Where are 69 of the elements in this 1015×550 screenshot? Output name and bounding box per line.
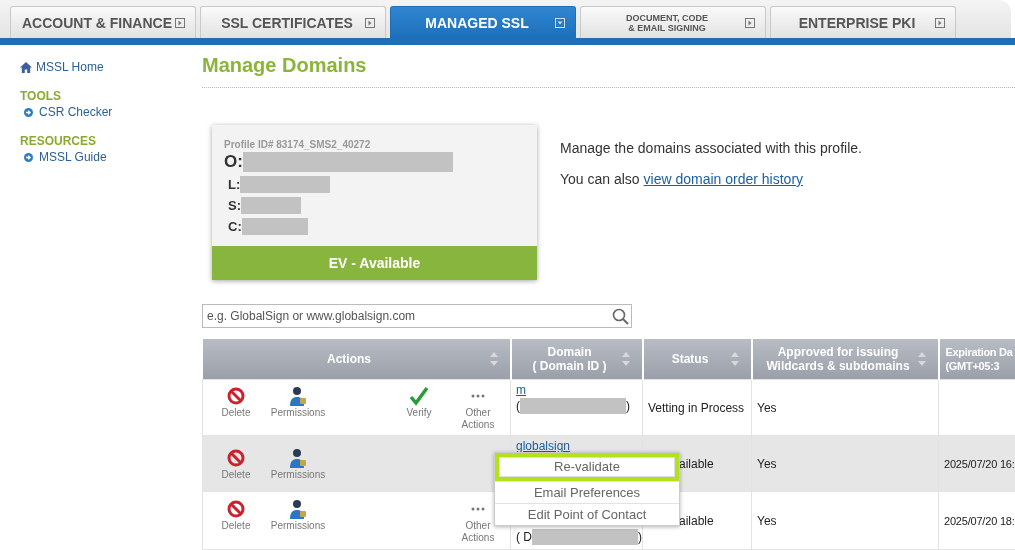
more-icon: [471, 393, 485, 398]
field-label: O:: [224, 152, 243, 172]
field-label: S:: [228, 198, 241, 213]
section-heading: RESOURCES: [20, 133, 96, 149]
sidebar-link[interactable]: MSSL Guide: [39, 149, 107, 165]
person-icon: [288, 498, 308, 519]
dropdown-icon: [555, 17, 565, 28]
status-banner: EV - Available: [212, 246, 537, 280]
domain-link[interactable]: globalsign: [516, 438, 642, 454]
field-label: L:: [228, 177, 241, 192]
description-text: Manage the domains associated with this profile.: [560, 140, 862, 156]
menu-item[interactable]: Edit Point of Contact: [495, 503, 679, 525]
prohibited-icon: [227, 499, 245, 518]
page-title: Manage Domains: [202, 53, 368, 77]
history-text: You can also view domain order history: [560, 171, 805, 187]
table-cell: 2025/07/20 16:: [944, 457, 1015, 470]
table-cell: Yes: [757, 513, 777, 528]
search-icon: [612, 308, 629, 325]
table-cell: Yes: [757, 400, 777, 415]
permissions-action[interactable]: Permissions: [269, 497, 327, 544]
table-cell: ailable: [679, 513, 714, 528]
person-icon: [288, 385, 308, 406]
history-link[interactable]: view domain order history: [643, 171, 804, 187]
nav-tab[interactable]: ENTERPRISE PKI: [770, 6, 956, 38]
nav-tab[interactable]: SSL CERTIFICATES: [200, 6, 386, 38]
expand-icon: [935, 17, 945, 28]
search-field[interactable]: e.g. GlobalSign or www.globalsign.com: [202, 304, 632, 328]
domain-id: (: [516, 398, 520, 414]
nav-tab[interactable]: ACCOUNT & FINANCE: [10, 6, 196, 38]
table-cell: 2025/07/20 18:: [944, 514, 1015, 527]
arrow-circle-icon: [24, 107, 33, 117]
field-label: C:: [228, 219, 242, 234]
profile-id: Profile ID# 83174_SMS2_40272: [224, 139, 372, 150]
section-heading: TOOLS: [20, 88, 62, 104]
menu-item[interactable]: Re-validate: [495, 453, 679, 481]
domain-link[interactable]: m: [516, 382, 642, 398]
prohibited-icon: [227, 386, 245, 405]
menu-item[interactable]: Email Preferences: [495, 481, 679, 503]
sidebar-link[interactable]: MSSL Home: [36, 59, 104, 75]
sort-icon: [730, 352, 739, 366]
domain-id: ): [626, 398, 630, 414]
domain-id: ): [638, 529, 642, 545]
nav-tab[interactable]: MANAGED SSL: [390, 6, 576, 38]
expand-icon: [745, 17, 755, 28]
permissions-action[interactable]: Permissions: [269, 446, 327, 481]
domain-id: ( D: [516, 529, 532, 545]
home-icon: [20, 61, 32, 73]
person-icon: [288, 447, 308, 468]
delete-action[interactable]: Delete: [203, 497, 269, 544]
nav-tab[interactable]: DOCUMENT, CODE & EMAIL SIGNING: [580, 6, 766, 38]
table-row[interactable]: Delete Permissions Verify Other Actions m ( ) Vetting in Process Yes: [202, 379, 1015, 436]
arrow-circle-icon: [24, 152, 33, 162]
sidebar-link[interactable]: CSR Checker: [39, 104, 113, 120]
verify-action[interactable]: Verify: [389, 384, 449, 431]
sort-icon: [621, 352, 630, 366]
checkmark-icon: [409, 385, 429, 406]
sort-icon: [489, 352, 498, 366]
other-action[interactable]: Other Actions: [449, 384, 507, 431]
prohibited-icon: [227, 448, 245, 467]
more-icon: [471, 506, 485, 511]
permissions-action[interactable]: Permissions: [269, 384, 327, 431]
table-cell: ailable: [679, 456, 714, 471]
delete-action[interactable]: Delete: [203, 446, 269, 481]
expand-icon: [175, 17, 185, 28]
expand-icon: [365, 17, 375, 28]
table-cell: Yes: [757, 456, 777, 471]
delete-action[interactable]: Delete: [203, 384, 269, 431]
table-cell: Vetting in Process: [648, 400, 745, 415]
sort-icon: [917, 352, 926, 366]
